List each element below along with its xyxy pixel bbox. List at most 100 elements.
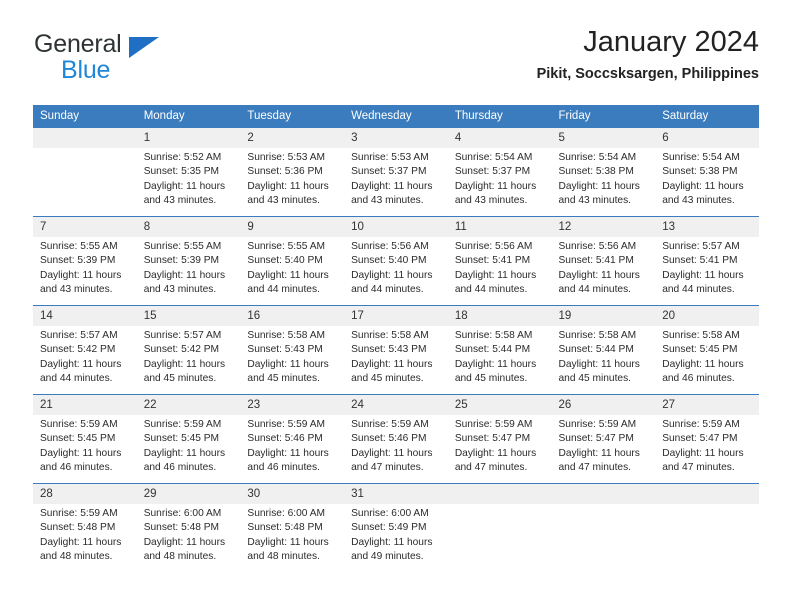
daylight-text-line1: Daylight: 11 hours bbox=[351, 180, 433, 192]
calendar-day-cell[interactable]: 24 Sunrise: 5:59 AM Sunset: 5:46 PM Dayligh… bbox=[344, 394, 448, 484]
location-subtitle: Pikit, Soccsksargen, Philippines bbox=[536, 66, 759, 83]
calendar-day-cell[interactable]: 1 Sunrise: 5:52 AM Sunset: 5:35 PM Daylight… bbox=[136, 127, 241, 217]
calendar-day-cell[interactable]: 19 Sunrise: 5:58 AM Sunset: 5:44 PM Dayligh… bbox=[551, 305, 656, 395]
sunrise-text: Sunrise: 5:57 AM bbox=[40, 330, 118, 341]
day-number: 20 bbox=[655, 306, 759, 326]
calendar-day-cell[interactable]: 20 Sunrise: 5:58 AM Sunset: 5:45 PM Dayligh… bbox=[655, 305, 759, 395]
day-cell-inner: 1 Sunrise: 5:52 AM Sunset: 5:35 PM Daylight… bbox=[136, 128, 241, 216]
sunset-text: Sunset: 5:48 PM bbox=[143, 522, 220, 534]
sunrise-text: Sunrise: 5:53 AM bbox=[247, 152, 325, 163]
calendar-day-cell[interactable]: 16 Sunrise: 5:58 AM Sunset: 5:43 PM Dayligh… bbox=[240, 305, 345, 395]
day-details: Sunrise: 5:53 AM Sunset: 5:36 PM Daylight:… bbox=[240, 148, 344, 208]
calendar-day-cell[interactable]: 9 Sunrise: 5:55 AM Sunset: 5:40 PM Daylight… bbox=[240, 216, 345, 306]
calendar-day-cell[interactable]: 22 Sunrise: 5:59 AM Sunset: 5:45 PM Dayligh… bbox=[136, 394, 241, 484]
daylight-text-line1: Daylight: 11 hours bbox=[143, 269, 226, 281]
calendar-day-cell[interactable]: 3 Sunrise: 5:53 AM Sunset: 5:37 PM Daylight… bbox=[344, 127, 448, 217]
sunrise-text: Sunrise: 5:59 AM bbox=[143, 419, 222, 430]
calendar-day-cell[interactable]: 7 Sunrise: 5:55 AM Sunset: 5:39 PM Daylight… bbox=[33, 216, 137, 306]
daylight-text-line1: Daylight: 11 hours bbox=[247, 269, 329, 281]
calendar-day-cell[interactable]: 14 Sunrise: 5:57 AM Sunset: 5:42 PM Dayligh… bbox=[33, 305, 137, 395]
daylight-text-line2: and 45 minutes. bbox=[351, 372, 424, 384]
calendar-day-cell[interactable]: 26 Sunrise: 5:59 AM Sunset: 5:47 PM Dayligh… bbox=[551, 394, 656, 484]
calendar-day-cell[interactable]: 29 Sunrise: 6:00 AM Sunset: 5:48 PM Dayligh… bbox=[136, 483, 241, 572]
day-details: Sunrise: 5:59 AM Sunset: 5:47 PM Daylight:… bbox=[655, 415, 759, 475]
calendar-day-cell[interactable]: 5 Sunrise: 5:54 AM Sunset: 5:38 PM Daylight… bbox=[551, 127, 656, 217]
day-cell-inner: 15 Sunrise: 5:57 AM Sunset: 5:42 PM Dayligh… bbox=[136, 306, 241, 394]
calendar-day-cell[interactable]: 30 Sunrise: 6:00 AM Sunset: 5:48 PM Dayligh… bbox=[240, 483, 345, 572]
calendar-day-cell[interactable]: 10 Sunrise: 5:56 AM Sunset: 5:40 PM Dayligh… bbox=[344, 216, 448, 306]
calendar-empty-cell bbox=[551, 483, 656, 572]
day-details: Sunrise: 5:57 AM Sunset: 5:42 PM Daylight:… bbox=[33, 326, 137, 386]
sunrise-text: Sunrise: 5:52 AM bbox=[143, 152, 222, 163]
sunrise-text: Sunrise: 5:58 AM bbox=[351, 330, 429, 341]
daylight-text-line2: and 48 minutes. bbox=[40, 550, 113, 562]
calendar-day-cell[interactable]: 28 Sunrise: 5:59 AM Sunset: 5:48 PM Dayligh… bbox=[33, 483, 137, 572]
sunrise-text: Sunrise: 5:58 AM bbox=[454, 330, 533, 341]
day-details: Sunrise: 6:00 AM Sunset: 5:49 PM Daylight:… bbox=[344, 504, 448, 564]
daylight-text-line1: Daylight: 11 hours bbox=[558, 269, 640, 281]
day-number: 22 bbox=[136, 395, 241, 415]
daylight-text-line1: Daylight: 11 hours bbox=[40, 358, 122, 370]
daylight-text-line2: and 46 minutes. bbox=[143, 461, 217, 473]
daylight-text-line1: Daylight: 11 hours bbox=[662, 180, 744, 192]
calendar-day-cell[interactable]: 31 Sunrise: 6:00 AM Sunset: 5:49 PM Dayligh… bbox=[344, 483, 448, 572]
weekday-header-sunday: Sunday bbox=[33, 105, 137, 128]
day-number: 18 bbox=[447, 306, 552, 326]
calendar-day-cell[interactable]: 15 Sunrise: 5:57 AM Sunset: 5:42 PM Dayligh… bbox=[136, 305, 241, 395]
daylight-text-line2: and 48 minutes. bbox=[143, 550, 217, 562]
sunrise-text: Sunrise: 6:00 AM bbox=[351, 508, 429, 519]
daylight-text-line1: Daylight: 11 hours bbox=[351, 447, 433, 459]
sunset-text: Sunset: 5:49 PM bbox=[351, 522, 427, 534]
calendar-day-cell[interactable]: 11 Sunrise: 5:56 AM Sunset: 5:41 PM Dayligh… bbox=[447, 216, 552, 306]
daylight-text-line1: Daylight: 11 hours bbox=[247, 358, 329, 370]
sunrise-text: Sunrise: 5:56 AM bbox=[351, 241, 429, 252]
daylight-text-line2: and 43 minutes. bbox=[143, 194, 217, 206]
calendar-day-cell[interactable]: 23 Sunrise: 5:59 AM Sunset: 5:46 PM Dayligh… bbox=[240, 394, 345, 484]
daylight-text-line2: and 47 minutes. bbox=[662, 461, 735, 473]
day-details: Sunrise: 5:53 AM Sunset: 5:37 PM Daylight:… bbox=[344, 148, 448, 208]
calendar-day-cell[interactable]: 25 Sunrise: 5:59 AM Sunset: 5:47 PM Dayligh… bbox=[447, 394, 552, 484]
daylight-text-line2: and 44 minutes. bbox=[558, 283, 632, 295]
sunset-text: Sunset: 5:38 PM bbox=[558, 166, 634, 178]
calendar-day-cell[interactable]: 12 Sunrise: 5:56 AM Sunset: 5:41 PM Dayligh… bbox=[551, 216, 656, 306]
sunrise-text: Sunrise: 5:54 AM bbox=[454, 152, 533, 163]
sunrise-text: Sunrise: 5:59 AM bbox=[558, 419, 637, 430]
day-details: Sunrise: 5:57 AM Sunset: 5:41 PM Daylight:… bbox=[655, 237, 759, 297]
daylight-text-line2: and 43 minutes. bbox=[351, 194, 424, 206]
sunset-text: Sunset: 5:44 PM bbox=[454, 344, 531, 356]
sunset-text: Sunset: 5:40 PM bbox=[351, 255, 427, 267]
sunset-text: Sunset: 5:47 PM bbox=[662, 433, 738, 445]
calendar-day-cell[interactable]: 13 Sunrise: 5:57 AM Sunset: 5:41 PM Dayligh… bbox=[655, 216, 759, 306]
day-details: Sunrise: 5:58 AM Sunset: 5:43 PM Daylight:… bbox=[240, 326, 344, 386]
calendar-day-cell[interactable]: 4 Sunrise: 5:54 AM Sunset: 5:37 PM Daylight… bbox=[447, 127, 552, 217]
day-details: Sunrise: 5:59 AM Sunset: 5:47 PM Daylight:… bbox=[448, 415, 552, 475]
calendar-empty-cell bbox=[447, 483, 552, 572]
sunrise-text: Sunrise: 5:55 AM bbox=[143, 241, 222, 252]
generalblue-logo[interactable]: General Blue bbox=[33, 26, 263, 84]
calendar-day-cell[interactable]: 21 Sunrise: 5:59 AM Sunset: 5:45 PM Dayligh… bbox=[33, 394, 137, 484]
calendar-day-cell[interactable]: 17 Sunrise: 5:58 AM Sunset: 5:43 PM Dayligh… bbox=[344, 305, 448, 395]
daylight-text-line1: Daylight: 11 hours bbox=[143, 536, 226, 548]
sunset-text: Sunset: 5:42 PM bbox=[40, 344, 116, 356]
day-details: Sunrise: 5:55 AM Sunset: 5:39 PM Daylight:… bbox=[33, 237, 137, 297]
day-number: 3 bbox=[344, 128, 448, 148]
calendar-day-cell[interactable]: 18 Sunrise: 5:58 AM Sunset: 5:44 PM Dayligh… bbox=[447, 305, 552, 395]
sunrise-text: Sunrise: 5:59 AM bbox=[351, 419, 429, 430]
day-number: 4 bbox=[447, 128, 552, 148]
calendar-day-cell[interactable]: 8 Sunrise: 5:55 AM Sunset: 5:39 PM Daylight… bbox=[136, 216, 241, 306]
sunrise-text: Sunrise: 5:59 AM bbox=[247, 419, 325, 430]
calendar-day-cell[interactable]: 27 Sunrise: 5:59 AM Sunset: 5:47 PM Dayligh… bbox=[655, 394, 759, 484]
logo-triangle-icon bbox=[129, 37, 159, 58]
sunrise-text: Sunrise: 5:55 AM bbox=[247, 241, 325, 252]
daylight-text-line2: and 44 minutes. bbox=[40, 372, 113, 384]
day-details: Sunrise: 5:59 AM Sunset: 5:45 PM Daylight:… bbox=[33, 415, 137, 475]
day-cell-inner: 30 Sunrise: 6:00 AM Sunset: 5:48 PM Dayligh… bbox=[240, 484, 345, 572]
daylight-text-line2: and 43 minutes. bbox=[662, 194, 735, 206]
sunset-text: Sunset: 5:43 PM bbox=[247, 344, 323, 356]
day-details: Sunrise: 5:55 AM Sunset: 5:40 PM Daylight:… bbox=[240, 237, 344, 297]
sunset-text: Sunset: 5:36 PM bbox=[247, 166, 323, 178]
calendar-day-cell[interactable]: 6 Sunrise: 5:54 AM Sunset: 5:38 PM Daylight… bbox=[655, 127, 759, 217]
daylight-text-line1: Daylight: 11 hours bbox=[351, 269, 433, 281]
calendar-day-cell[interactable]: 2 Sunrise: 5:53 AM Sunset: 5:36 PM Daylight… bbox=[240, 127, 345, 217]
day-cell-inner: 31 Sunrise: 6:00 AM Sunset: 5:49 PM Dayligh… bbox=[344, 484, 448, 572]
